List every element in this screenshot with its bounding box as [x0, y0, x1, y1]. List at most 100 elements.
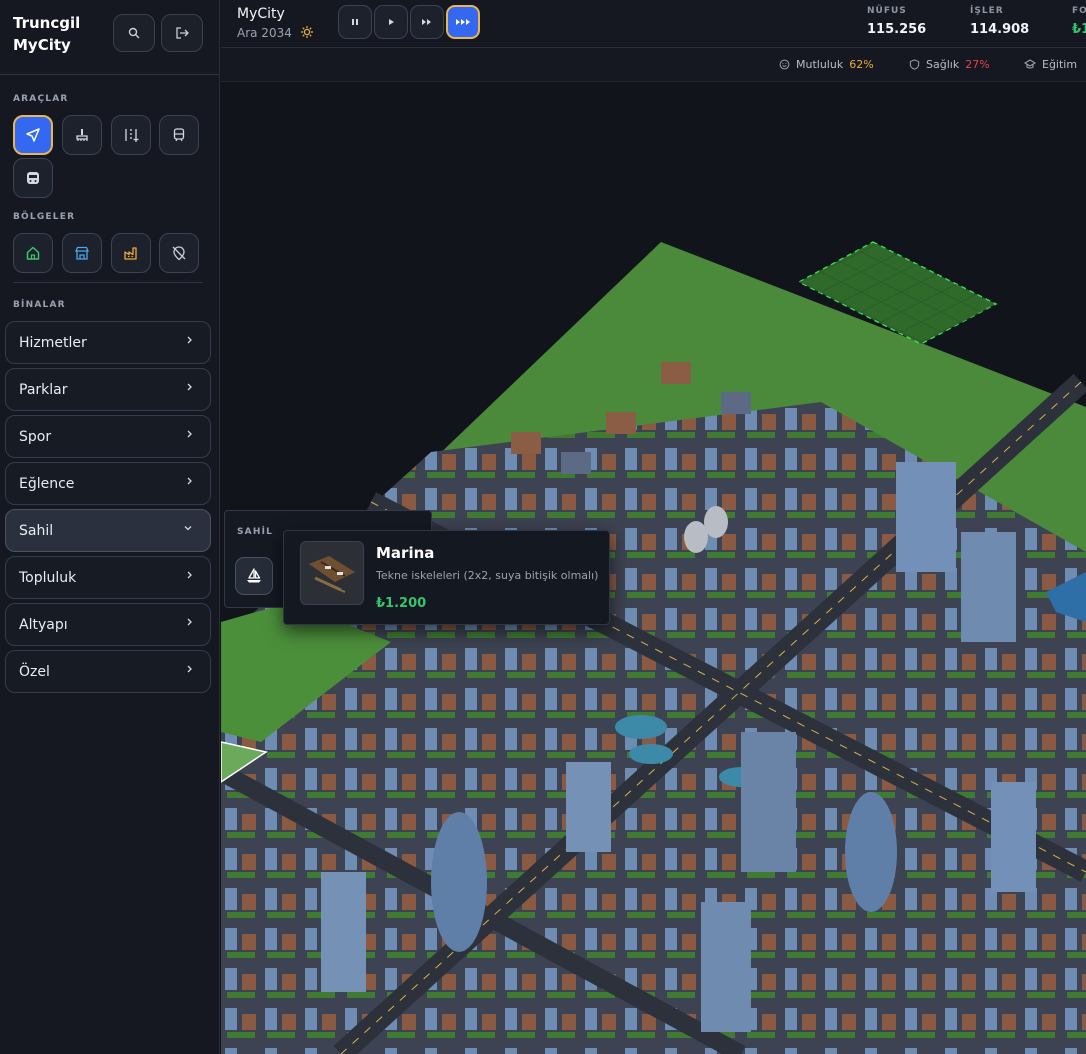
jobs-value: 114.908 [970, 22, 1030, 37]
tower-building [321, 872, 366, 992]
jobs-label: İŞLER [970, 6, 1004, 16]
sidebar-divider [0, 74, 220, 75]
marina-preview-icon [301, 542, 363, 604]
chevron-right-icon [187, 665, 192, 673]
rail-icon [173, 128, 185, 142]
chevron-right-icon [187, 430, 192, 438]
category-label: Altyapı [19, 617, 68, 633]
tool-bulldoze[interactable] [62, 115, 102, 155]
chevron-right-icon [187, 477, 192, 485]
search-button[interactable] [113, 14, 155, 52]
category-label: Topluluk [19, 570, 77, 586]
city-name: MyCity [237, 6, 285, 22]
chevron-down-icon [184, 526, 192, 531]
house [661, 362, 691, 384]
building-tooltip: Marina Tekne iskeleleri (2x2, suya bitiş… [283, 530, 610, 625]
happiness-metric: Mutluluk 62% [779, 58, 874, 71]
tools-section-title: ARAÇLAR [13, 94, 69, 104]
cursor-icon [26, 128, 40, 142]
shield-icon [909, 59, 920, 70]
subway-icon [27, 172, 39, 184]
metrics-bar: Mutluluk 62% Sağlık 27% Eğitim [221, 48, 1086, 82]
sailboat-icon [247, 568, 261, 583]
dezone-icon [172, 246, 186, 261]
oval-tower [431, 812, 487, 952]
tooltip-building-price: ₺1.200 [376, 596, 427, 611]
chevron-right-icon [187, 571, 192, 579]
happiness-value: 62% [849, 58, 874, 71]
tool-select[interactable] [13, 115, 53, 155]
brand-title: Truncgil MyCity [13, 14, 81, 54]
smile-icon [779, 59, 790, 70]
category-label: Özel [19, 664, 50, 680]
zone-residential[interactable] [13, 233, 53, 273]
house [511, 432, 541, 454]
search-icon [128, 27, 140, 39]
sahil-submenu-title: SAHİL [237, 527, 274, 537]
play-speed-1-button[interactable] [374, 5, 408, 39]
sidebar: Truncgil MyCity ARAÇLAR BÖLGELER BİNALAR… [0, 0, 220, 1054]
fastest-forward-icon [456, 19, 470, 25]
category-sahil[interactable]: Sahil [5, 509, 211, 552]
game-date: Ara 2034 [237, 25, 314, 40]
fast-forward-icon [422, 19, 431, 25]
tower-building [896, 462, 956, 572]
play-speed-2-button[interactable] [410, 5, 444, 39]
house [561, 452, 591, 474]
category-label: Sahil [19, 523, 54, 539]
tooltip-building-description: Tekne iskeleleri (2x2, suya bitişik olma… [376, 569, 599, 582]
pause-button[interactable] [338, 5, 372, 39]
commercial-icon [75, 246, 89, 260]
play-icon [389, 19, 394, 25]
tooltip-building-name: Marina [376, 544, 435, 562]
house [721, 392, 751, 414]
category-ozel[interactable]: Özel [5, 650, 211, 693]
chevron-right-icon [187, 383, 192, 391]
education-metric: Eğitim [1024, 58, 1077, 71]
category-parklar[interactable]: Parklar [5, 368, 211, 411]
health-metric: Sağlık 27% [909, 58, 990, 71]
zone-commercial[interactable] [62, 233, 102, 273]
sun-icon [300, 26, 313, 38]
exit-button[interactable] [161, 14, 203, 52]
population-label: NÜFUS [867, 6, 907, 16]
chevron-right-icon [187, 336, 192, 344]
pause-icon [352, 19, 358, 25]
category-label: Parklar [19, 382, 68, 398]
category-altyapi[interactable]: Altyapı [5, 603, 211, 646]
category-eglence[interactable]: Eğlence [5, 462, 211, 505]
cooling-tower [704, 506, 728, 538]
category-label: Eğlence [19, 476, 75, 492]
category-topluluk[interactable]: Topluluk [5, 556, 211, 599]
category-spor[interactable]: Spor [5, 415, 211, 458]
play-speed-3-button[interactable] [446, 5, 480, 39]
sidebar-divider-2 [13, 282, 203, 283]
exit-icon [176, 27, 189, 39]
chevron-right-icon [187, 618, 192, 626]
residential-icon [26, 246, 40, 260]
funds-value: ₺1 [1072, 22, 1086, 37]
industrial-icon [124, 247, 137, 260]
tower-building [701, 902, 751, 1032]
tower-building [566, 762, 611, 852]
tool-rail[interactable] [159, 115, 199, 155]
marina-thumbnail [300, 541, 364, 605]
zone-dezone[interactable] [159, 233, 199, 273]
population-value: 115.256 [867, 22, 927, 37]
zone-industrial[interactable] [111, 233, 151, 273]
marina-build-button[interactable] [235, 557, 273, 595]
tool-road[interactable] [111, 115, 151, 155]
pond [629, 744, 673, 764]
bulldoze-icon [76, 129, 88, 141]
road-icon [125, 129, 139, 142]
oval-tower [845, 792, 897, 912]
pond [615, 715, 667, 739]
category-hizmetler[interactable]: Hizmetler [5, 321, 211, 364]
house [606, 412, 636, 434]
graduation-cap-icon [1024, 59, 1036, 69]
health-value: 27% [965, 58, 990, 71]
tool-subway[interactable] [13, 158, 53, 198]
buildings-section-title: BİNALAR [13, 300, 66, 310]
top-bar: MyCity Ara 2034 NÜFUS 115.256 İŞLER 114.… [221, 0, 1086, 48]
zones-section-title: BÖLGELER [13, 212, 76, 222]
